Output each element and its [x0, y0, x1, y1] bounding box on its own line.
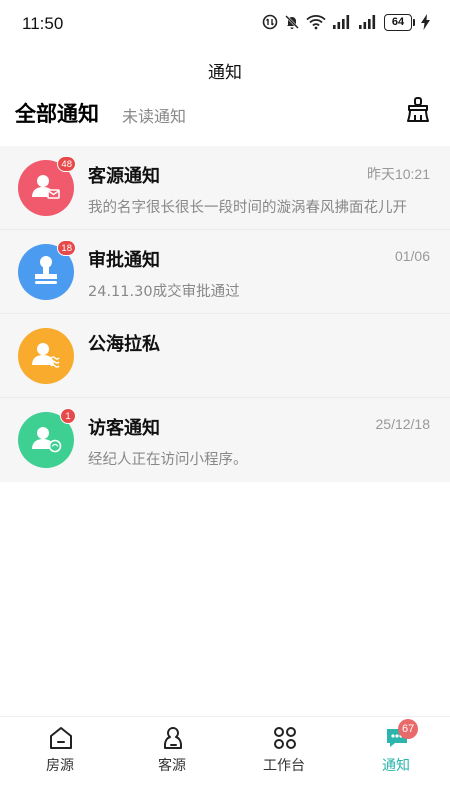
nav-label: 房源 [46, 758, 74, 774]
notification-item-customer[interactable]: 48 客源通知 昨天10:21 我的名字很长很长一段时间的漩涡春风拂面花儿开 [0, 146, 450, 230]
user-wave-icon [32, 343, 60, 368]
notification-item-approval[interactable]: 18 审批通知 01/06 24.11.30成交审批通过 [0, 230, 450, 314]
status-time: 11:50 [22, 14, 64, 33]
unread-count-badge: 1 [60, 408, 76, 424]
nav-label: 工作台 [263, 758, 305, 774]
notification-title: 客源通知 [88, 166, 160, 187]
unread-count-badge: 18 [57, 240, 76, 256]
person-icon [164, 727, 182, 749]
notification-title: 访客通知 [88, 418, 160, 439]
notification-preview: 24.11.30成交审批通过 [88, 284, 240, 300]
status-bar: 11:50 64 [0, 0, 450, 46]
broom-icon [407, 97, 429, 122]
data-saver-icon [262, 14, 278, 30]
charging-icon [421, 14, 430, 30]
notification-time: 01/06 [394, 248, 430, 264]
tab-all-notifications[interactable]: 全部通知 [15, 98, 99, 128]
notification-time: 昨天10:21 [366, 166, 430, 182]
battery-level: 64 [384, 13, 412, 31]
clear-notifications-button[interactable] [404, 96, 432, 124]
page-title: 通知 [208, 63, 242, 83]
notification-title: 审批通知 [88, 250, 160, 271]
nav-item-customers[interactable]: 客源 [116, 717, 228, 800]
nav-badge: 67 [398, 719, 419, 739]
battery-icon: 64 [384, 13, 415, 31]
signal-icon [359, 15, 376, 29]
avatar: 1 [18, 408, 76, 468]
nav-item-workbench[interactable]: 工作台 [228, 717, 340, 800]
nav-label: 通知 [382, 758, 410, 774]
unread-count-badge: 48 [57, 156, 76, 172]
nav-item-listings[interactable]: 房源 [4, 717, 116, 800]
notification-list: 48 客源通知 昨天10:21 我的名字很长很长一段时间的漩涡春风拂面花儿开 1… [0, 146, 450, 482]
house-icon [50, 727, 72, 749]
status-icons: 64 [262, 12, 430, 32]
avatar: 48 [18, 156, 76, 216]
notification-time: 25/12/18 [375, 416, 431, 432]
notification-item-visitor[interactable]: 1 访客通知 25/12/18 经纪人正在访问小程序。 [0, 398, 450, 482]
avatar: 18 [18, 240, 76, 300]
notification-tabs: 全部通知 未读通知 [0, 96, 450, 136]
wifi-icon [306, 15, 326, 30]
nav-item-notifications[interactable]: 67 通知 [340, 717, 450, 800]
avatar [18, 328, 74, 384]
signal-icon [333, 15, 350, 29]
tab-unread-notifications[interactable]: 未读通知 [122, 103, 186, 127]
notification-title: 公海拉私 [88, 334, 160, 355]
notification-preview: 我的名字很长很长一段时间的漩涡春风拂面花儿开 [88, 200, 407, 216]
grid-icon [274, 727, 296, 749]
notification-item-public-pool[interactable]: 公海拉私 [0, 314, 450, 398]
mute-icon [285, 15, 299, 29]
bottom-nav: 房源 客源 工作台 67 通知 [0, 716, 450, 800]
nav-label: 客源 [158, 758, 186, 774]
notification-preview: 经纪人正在访问小程序。 [88, 452, 248, 468]
